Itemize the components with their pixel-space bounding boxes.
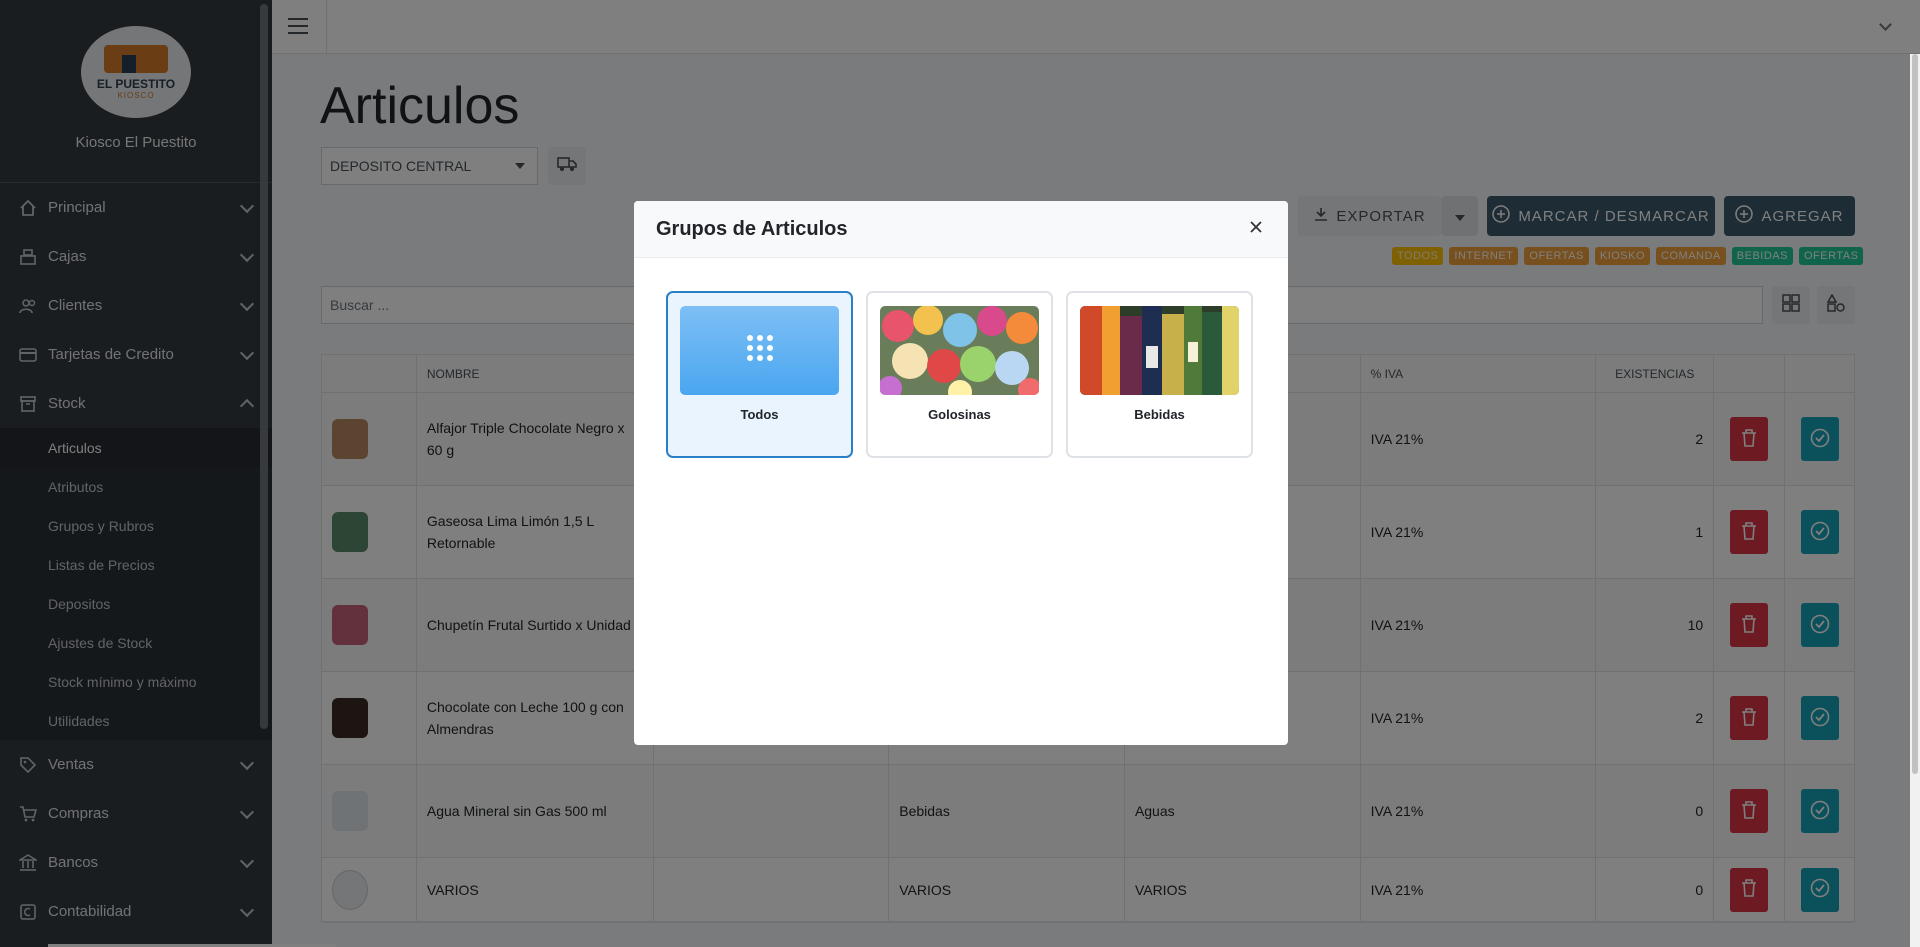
- group-card-label: Golosinas: [928, 407, 991, 422]
- group-card-todos[interactable]: Todos: [666, 291, 853, 458]
- group-card-bebidas[interactable]: Bebidas: [1066, 291, 1253, 458]
- group-card-label: Todos: [740, 407, 779, 422]
- lollipops-photo: [880, 306, 1039, 395]
- close-icon: [1250, 220, 1262, 238]
- close-button[interactable]: [1246, 219, 1266, 239]
- modal-title: Grupos de Articulos: [656, 217, 848, 240]
- modal-body: Todos Golosinas Bebidas: [634, 258, 1288, 491]
- modal-header: Grupos de Articulos: [634, 201, 1288, 258]
- groups-modal: Grupos de Articulos Todos Golosinas Bebi…: [634, 201, 1288, 745]
- grid-dots-icon: [746, 334, 774, 367]
- main-scrollbar[interactable]: [1910, 54, 1920, 947]
- group-card-image: [680, 306, 839, 395]
- drinks-photo: [1080, 306, 1239, 395]
- group-card-label: Bebidas: [1134, 407, 1185, 422]
- group-card-golosinas[interactable]: Golosinas: [866, 291, 1053, 458]
